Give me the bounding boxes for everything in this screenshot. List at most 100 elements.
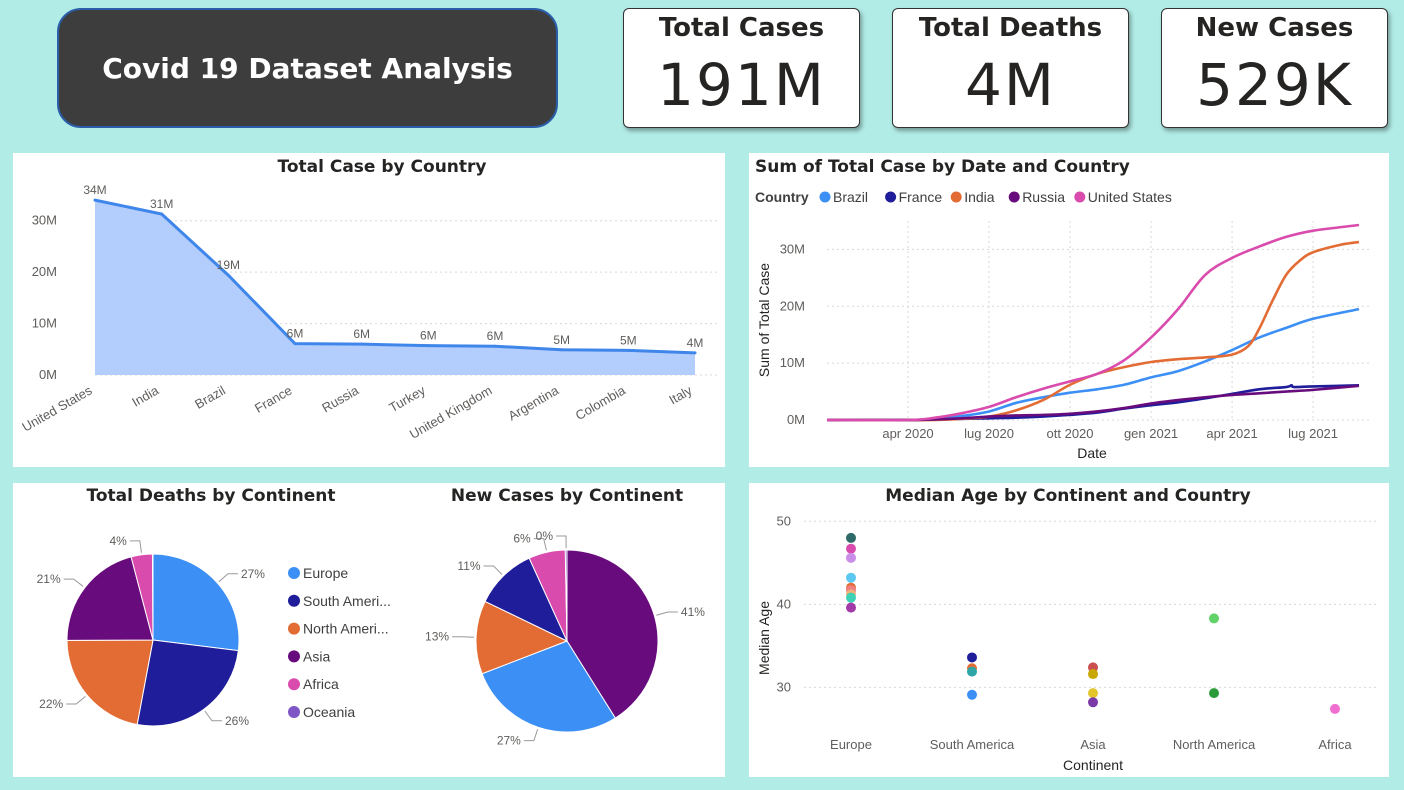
legend-marker: [288, 622, 300, 635]
x-tick-label: India: [129, 382, 162, 409]
slice-label: 6%: [513, 532, 531, 546]
kpi-card-new-cases[interactable]: New Cases 529K: [1161, 8, 1388, 128]
chart-title: Total Case by Country: [278, 157, 487, 177]
x-tick-label: Italy: [666, 382, 695, 407]
y-tick-label: 20M: [780, 298, 805, 313]
chart-title-deaths: Total Deaths by Continent: [87, 486, 336, 506]
scatter-point: [846, 552, 856, 563]
kpi-card-total-deaths[interactable]: Total Deaths 4M: [892, 8, 1129, 128]
panel-median-age[interactable]: Median Age by Continent and Country Cont…: [749, 483, 1389, 777]
x-tick-label: South America: [930, 737, 1015, 752]
legend-marker: [885, 191, 897, 203]
kpi-value: 191M: [657, 51, 826, 119]
legend-marker: [819, 191, 831, 203]
chart-title: Median Age by Continent and Country: [885, 486, 1250, 506]
data-point: [426, 344, 430, 348]
panel-total-case-by-date[interactable]: Sum of Total Case by Date and Country Co…: [749, 153, 1389, 467]
data-label: 5M: [553, 333, 570, 347]
data-point: [360, 342, 364, 346]
data-label: 5M: [620, 333, 637, 347]
legend-label: South Ameri...: [303, 593, 391, 609]
x-tick-label: ott 2020: [1047, 426, 1094, 441]
label-leader: [66, 695, 86, 705]
scatter-point: [1088, 669, 1098, 680]
data-label: 6M: [487, 329, 504, 343]
line-chart-total-case-by-date[interactable]: Sum of Total Case by Date and Country Co…: [749, 153, 1389, 467]
slice-label: 11%: [457, 559, 480, 573]
y-tick-label: 40: [777, 596, 791, 611]
legend-label: Africa: [303, 676, 339, 692]
x-axis-label: Date: [1077, 445, 1107, 461]
label-leader: [523, 729, 539, 742]
legend-label: United States: [1088, 189, 1172, 205]
y-tick-label: 10M: [780, 355, 805, 370]
data-point: [226, 273, 230, 277]
area-chart-total-case-by-country[interactable]: Total Case by Country 0M 10M 20M 30M 34M Unit…: [13, 153, 725, 467]
x-tick-label: Brazil: [192, 383, 228, 412]
y-tick-label: 10M: [32, 316, 57, 331]
y-tick-label: 20M: [32, 264, 57, 279]
legend-marker: [288, 567, 300, 579]
panel-total-case-by-country[interactable]: Total Case by Country 0M 10M 20M 30M 34M Unit…: [13, 153, 725, 467]
data-label: 19M: [217, 258, 240, 272]
panel-continent-pies[interactable]: Total Deaths by Continent New Cases by C…: [13, 483, 725, 777]
scatter-chart-median-age[interactable]: Median Age by Continent and Country Cont…: [749, 483, 1389, 777]
legend-marker: [288, 650, 300, 663]
kpi-card-total-cases[interactable]: Total Cases 191M: [623, 8, 860, 128]
y-axis-label: Median Age: [756, 601, 772, 675]
x-axis-label: Continent: [1063, 757, 1123, 773]
label-leader: [63, 578, 84, 587]
legend-label: Brazil: [833, 189, 868, 205]
x-tick-label: lug 2021: [1288, 426, 1338, 441]
x-tick-label: France: [252, 383, 295, 416]
x-tick-label: Russia: [319, 382, 362, 415]
slice-label: 22%: [39, 697, 63, 711]
data-point: [293, 342, 297, 346]
data-label: 6M: [287, 327, 304, 341]
data-point: [693, 351, 697, 355]
x-tick-label: Colombia: [573, 382, 629, 423]
slice-label: 13%: [425, 630, 449, 644]
legend-label: India: [964, 189, 995, 205]
legend-label: Europe: [303, 565, 348, 581]
pie-slice-oceania: [151, 553, 154, 641]
data-label: 4M: [687, 336, 704, 350]
series-line-brazil: [826, 307, 1360, 422]
scatter-point: [846, 602, 856, 613]
legend-marker: [1074, 191, 1086, 203]
data-label: 6M: [353, 327, 370, 341]
scatter-point: [967, 652, 977, 663]
scatter-point: [846, 592, 856, 603]
label-leader: [656, 611, 678, 616]
data-label: 34M: [83, 183, 106, 197]
pie-charts-by-continent[interactable]: Total Deaths by Continent New Cases by C…: [13, 483, 725, 777]
scatter-point: [967, 666, 977, 677]
slice-label: 27%: [497, 734, 521, 748]
scatter-point: [846, 572, 856, 583]
data-point: [93, 198, 97, 202]
scatter-point: [1209, 688, 1219, 699]
scatter-point: [1209, 613, 1219, 624]
kpi-value: 529K: [1196, 51, 1353, 119]
label-leader: [129, 540, 142, 553]
scatter-point: [1330, 703, 1340, 714]
legend-label: Oceania: [303, 704, 355, 720]
y-tick-label: 0M: [39, 367, 57, 382]
x-tick-label: United States: [19, 382, 95, 434]
y-tick-label: 30: [777, 679, 791, 694]
y-tick-label: 50: [777, 513, 791, 528]
slice-label: 27%: [241, 567, 265, 581]
y-tick-label: 0M: [787, 412, 805, 427]
x-tick-label: Argentina: [505, 382, 561, 423]
label-leader: [483, 565, 503, 575]
legend-title: Country: [755, 189, 809, 205]
x-tick-label: Europe: [830, 737, 872, 752]
y-tick-label: 30M: [32, 213, 57, 228]
x-tick-label: apr 2020: [882, 426, 933, 441]
chart-title-new-cases: New Cases by Continent: [451, 486, 683, 506]
slice-label: 26%: [225, 714, 249, 728]
y-axis-label: Sum of Total Case: [756, 263, 772, 377]
pie-slice-europe: [152, 553, 240, 652]
legend-label: North Ameri...: [303, 621, 389, 637]
kpi-value: 4M: [965, 51, 1056, 119]
